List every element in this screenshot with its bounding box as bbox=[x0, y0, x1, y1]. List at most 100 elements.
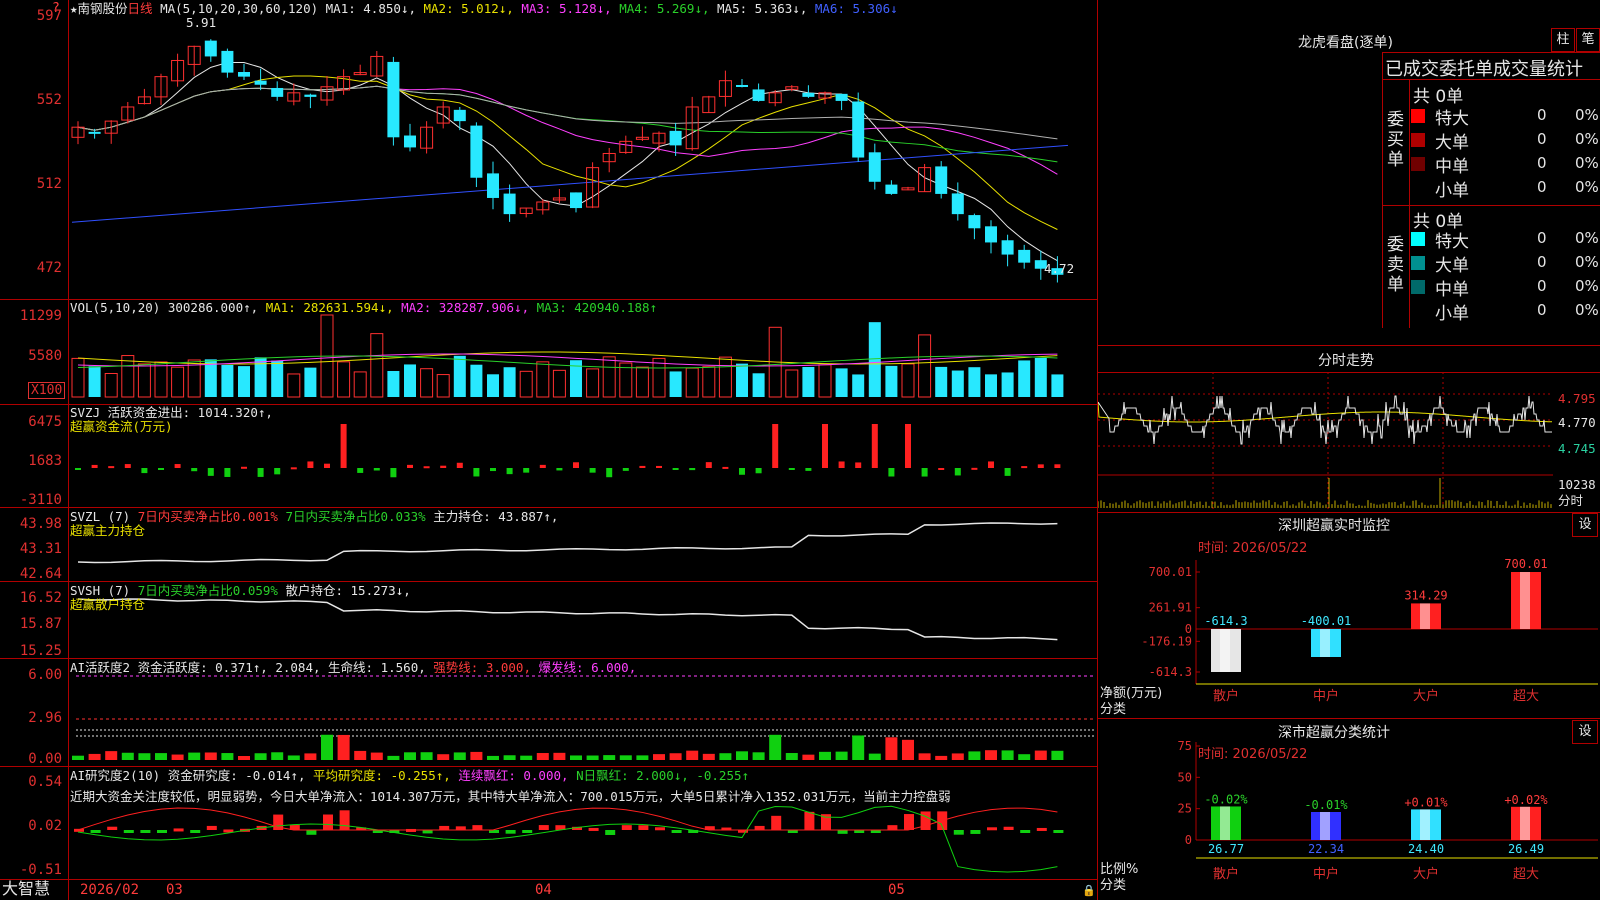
ai-research-bar bbox=[472, 825, 483, 830]
ai-research-bar bbox=[538, 825, 549, 830]
svzj-bar bbox=[124, 464, 131, 468]
svzj-bar bbox=[722, 466, 729, 469]
intraday-title: 分时走势 bbox=[1318, 353, 1374, 369]
candle-body bbox=[752, 89, 765, 101]
row-pct: 0% bbox=[1575, 130, 1599, 148]
classify-category-label: 超大 bbox=[1513, 867, 1539, 882]
candle-body bbox=[470, 125, 483, 178]
ai-active-bar bbox=[619, 755, 632, 760]
vol-bar bbox=[685, 367, 699, 398]
ai-active-bar bbox=[404, 752, 416, 760]
classify-bar-shine bbox=[1320, 812, 1330, 840]
ai-active-bar bbox=[155, 753, 167, 760]
classify-value-label: 22.34 bbox=[1308, 842, 1344, 856]
candle-body bbox=[487, 173, 499, 198]
vol-bar bbox=[852, 374, 865, 397]
candle-body bbox=[238, 71, 250, 77]
dragon-row: 中单 0 0% bbox=[1411, 152, 1600, 177]
monitor-value-label: -400.01 bbox=[1301, 614, 1352, 628]
vol-bar bbox=[602, 356, 616, 398]
svzj-bar bbox=[971, 467, 978, 470]
svzj-bar bbox=[1021, 466, 1028, 469]
vol-tick-high: 11299 bbox=[19, 308, 62, 324]
ai-active-bar bbox=[835, 751, 848, 760]
ai-active-tick-low: 0.00 bbox=[28, 751, 62, 767]
row-label: 特大 bbox=[1435, 232, 1469, 252]
svsh-p1: 7日内买卖净占比0.059% bbox=[137, 583, 278, 598]
tab-stats-label[interactable]: 已成交委托单成交量统计 bbox=[1385, 55, 1583, 81]
ai-active-bar bbox=[271, 752, 284, 760]
svzj-bar bbox=[75, 468, 81, 470]
ai-research-bar bbox=[987, 827, 997, 831]
monitor-value-label: 700.01 bbox=[1504, 557, 1547, 571]
candle-body bbox=[204, 40, 217, 57]
period-label[interactable]: 日线 bbox=[128, 1, 153, 16]
ai-research-bar bbox=[1020, 830, 1031, 833]
vol-bar bbox=[304, 367, 317, 397]
ma-line bbox=[77, 75, 1058, 230]
ai-research-bar bbox=[140, 830, 151, 833]
ai-active-bar bbox=[487, 755, 499, 760]
ai-research-bar bbox=[505, 830, 516, 834]
dragon-tabs[interactable]: 已成交委托单成交量统计 bbox=[1382, 52, 1600, 80]
svzj-bar bbox=[224, 468, 231, 477]
classify-change-label: -0.01% bbox=[1304, 798, 1348, 812]
ai-active-bar bbox=[1018, 754, 1031, 760]
main-chart-area[interactable]: ★南钢股份日线 MA(5,10,20,30,60,120) MA1: 4.850… bbox=[0, 0, 1098, 900]
svzj-bar bbox=[622, 468, 629, 471]
ma-label: MA(5,10,20,30,60,120) bbox=[160, 1, 319, 16]
ai-active-bar bbox=[72, 755, 84, 760]
stock-name[interactable]: ★南钢股份 bbox=[70, 1, 128, 16]
ai-active-bar bbox=[420, 752, 433, 760]
ai-research-bar bbox=[323, 814, 333, 830]
row-count: 0 bbox=[1537, 301, 1547, 319]
color-swatch bbox=[1411, 256, 1425, 270]
candle-body bbox=[968, 215, 981, 229]
dragon-row: 中单 0 0% bbox=[1411, 275, 1600, 300]
ai-active-bar bbox=[702, 753, 715, 760]
ai-active-bar bbox=[1051, 750, 1064, 760]
svzj-bar bbox=[772, 424, 779, 468]
row-count: 0 bbox=[1537, 277, 1547, 295]
lock-icon[interactable]: 🔒 bbox=[1082, 884, 1096, 898]
ai-active-bar bbox=[321, 734, 333, 760]
ai-active-bar bbox=[653, 754, 665, 760]
candle-body bbox=[852, 101, 865, 158]
ai-active-bar bbox=[885, 737, 898, 760]
ma-line bbox=[77, 85, 1058, 140]
intraday-chart[interactable] bbox=[1098, 372, 1600, 512]
bar-view-button[interactable]: 柱 bbox=[1551, 28, 1575, 52]
monitor-category-label: 超大 bbox=[1513, 689, 1539, 704]
vol-bar bbox=[238, 366, 250, 397]
ai-research-label: AI研究度2(10) bbox=[70, 768, 161, 783]
ai-active-bar bbox=[520, 755, 533, 760]
monitor-bar-shine bbox=[1520, 572, 1530, 629]
ai-research-bar bbox=[90, 830, 101, 833]
row-label: 中单 bbox=[1435, 157, 1469, 177]
vol-bar bbox=[470, 364, 483, 397]
ma3-value: MA3: 5.128↓, bbox=[521, 1, 612, 16]
ai-research-bar bbox=[1053, 830, 1064, 833]
svzj-bar bbox=[506, 468, 513, 475]
svsh-tick-high: 16.52 bbox=[19, 590, 62, 606]
ai-active-bar bbox=[354, 750, 367, 760]
svzj-bar bbox=[274, 468, 281, 475]
date-tick-feb: 2026/02 bbox=[80, 882, 140, 898]
row-label: 大单 bbox=[1435, 256, 1469, 276]
intraday-vol-tick: 10238 bbox=[1558, 477, 1596, 492]
dragon-row: 特大 0 0% bbox=[1411, 227, 1600, 252]
candle-body bbox=[669, 130, 682, 146]
svzj-bar bbox=[739, 468, 745, 475]
svzj-bar bbox=[108, 466, 115, 469]
color-swatch bbox=[1411, 304, 1425, 318]
ai-research-tick-high: 0.54 bbox=[28, 774, 62, 790]
ai-active-bar bbox=[1001, 750, 1014, 760]
classify-bar-shine bbox=[1420, 809, 1430, 840]
svzj-bar bbox=[307, 461, 314, 468]
vol-bar bbox=[985, 374, 997, 397]
ai-research-bar bbox=[920, 811, 931, 830]
svzj-bar bbox=[539, 464, 546, 468]
vol-bar bbox=[835, 368, 848, 397]
tick-view-button[interactable]: 笔 bbox=[1576, 28, 1600, 52]
ai-active-bar bbox=[536, 753, 549, 760]
